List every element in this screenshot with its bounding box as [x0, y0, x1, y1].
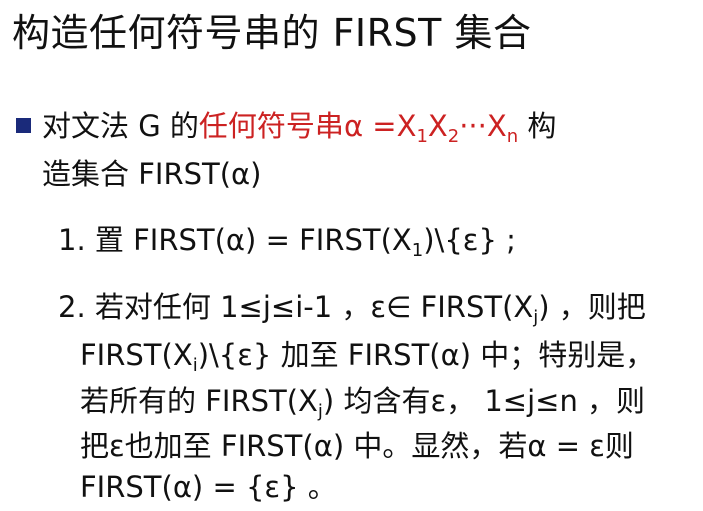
bullet-red-phrase: 任何符号串α =X1X2···Xn — [198, 109, 518, 146]
step-2-l1-pre: 2. 若对任何 1≤j≤i-1 ，ε∈ FIRST(X — [58, 290, 534, 324]
step-2-line-5: FIRST(α) = {ε} 。 — [80, 470, 337, 504]
step-2-line-4: 把ε也加至 FIRST(α) 中。显然，若α = ε则 — [80, 429, 634, 463]
step-2-l3-post: ) 均含有ε， 1≤j≤n ，则 — [322, 384, 646, 418]
bullet-x2: X — [427, 109, 448, 143]
bullet-sub-n: n — [506, 126, 519, 147]
bullet-dots: ···X — [459, 109, 507, 143]
slide: 构造任何符号串的 FIRST 集合 对文法 G 的任何符号串α =X1X2···… — [0, 0, 703, 511]
step-2-line-2: FIRST(Xi)\{ε} 加至 FIRST(α) 中；特别是， — [80, 335, 654, 375]
bullet-text-pre: 对文法 G 的 — [42, 109, 199, 143]
bullet-alpha-eq: α =X — [343, 109, 417, 143]
step-2-line-3: 若所有的 FIRST(Xj) 均含有ε， 1≤j≤n ，则 — [80, 381, 645, 421]
bullet-square-icon — [16, 118, 31, 133]
step-1-pre: 1. 置 FIRST(α) = FIRST(X — [58, 223, 412, 257]
slide-title: 构造任何符号串的 FIRST 集合 — [12, 11, 532, 55]
step-1-sub: 1 — [411, 240, 424, 261]
bullet-sub-2: 2 — [447, 126, 460, 147]
bullet-sub-1: 1 — [416, 126, 428, 147]
bullet-line-1: 对文法 G 的任何符号串α =X1X2···Xn 构 — [42, 106, 556, 146]
step-1: 1. 置 FIRST(α) = FIRST(X1)\{ε} ; — [58, 220, 516, 260]
step-2-line-1: 2. 若对任何 1≤j≤i-1 ，ε∈ FIRST(Xj) ，则把 — [58, 287, 646, 327]
bullet-red-text: 任何符号串 — [198, 109, 344, 143]
step-1-post: )\{ε} ; — [423, 223, 516, 257]
step-2-l2-post: )\{ε} 加至 FIRST(α) 中；特别是， — [197, 338, 655, 372]
bullet-text-post: 构 — [518, 109, 557, 143]
step-2-l2-pre: FIRST(X — [80, 338, 193, 372]
step-2-l1-post: ) ，则把 — [538, 290, 646, 324]
bullet-line-2: 造集合 FIRST(α) — [42, 157, 262, 191]
step-2-l3-pre: 若所有的 FIRST(X — [80, 384, 318, 418]
